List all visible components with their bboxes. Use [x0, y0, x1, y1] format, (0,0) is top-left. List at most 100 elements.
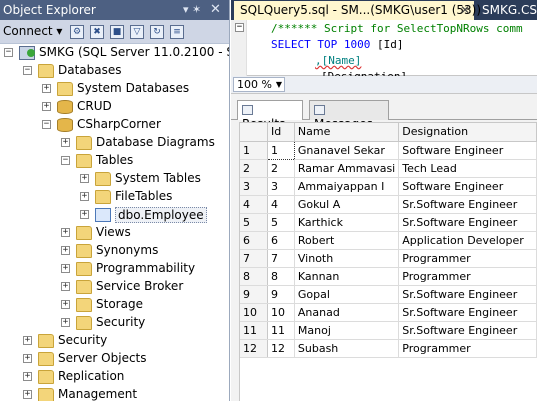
cell-name[interactable]: Ramar Ammavasi: [294, 159, 400, 178]
row-number[interactable]: 6: [240, 231, 268, 250]
tree-node-label[interactable]: Programmability: [96, 261, 195, 275]
table-row[interactable]: 11 11 Manoj Sr.Software Engineer: [240, 321, 537, 340]
expand-icon[interactable]: +: [61, 318, 70, 327]
row-number[interactable]: 7: [240, 249, 268, 268]
cell-id[interactable]: 7: [267, 249, 295, 268]
tree-node-label[interactable]: System Tables: [115, 171, 201, 185]
cell-id[interactable]: 11: [267, 321, 295, 340]
cell-designation[interactable]: Sr.Software Engineer: [398, 321, 537, 340]
close-tab-icon[interactable]: ✕: [460, 3, 470, 17]
expand-icon[interactable]: +: [42, 84, 51, 93]
tree-node-label[interactable]: CRUD: [77, 99, 112, 113]
table-row[interactable]: 9 9 Gopal Sr.Software Engineer: [240, 285, 537, 304]
cell-designation[interactable]: Programmer: [398, 249, 537, 268]
table-row[interactable]: 12 12 Subash Programmer: [240, 339, 537, 358]
cell-name[interactable]: Gokul A: [294, 195, 400, 214]
tree-node-label[interactable]: SMKG (SQL Server 11.0.2100 - SMKG: [39, 45, 229, 59]
cell-name[interactable]: Kannan: [294, 267, 400, 286]
tree-node[interactable]: + Database Diagrams: [0, 134, 229, 152]
connect-button[interactable]: Connect ▾: [3, 24, 62, 38]
row-number[interactable]: 5: [240, 213, 268, 232]
table-row[interactable]: 6 6 Robert Application Developer: [240, 231, 537, 250]
row-number[interactable]: 11: [240, 321, 268, 340]
row-number[interactable]: 3: [240, 177, 268, 196]
expand-icon[interactable]: +: [23, 372, 32, 381]
table-row[interactable]: 2 2 Ramar Ammavasi Tech Lead: [240, 159, 537, 178]
tree-node-label[interactable]: Replication: [58, 369, 124, 383]
collapse-icon[interactable]: −: [23, 66, 32, 75]
tree-node-label[interactable]: FileTables: [115, 189, 172, 203]
cell-name[interactable]: Subash: [294, 339, 400, 358]
tree-node[interactable]: − Tables: [0, 152, 229, 170]
disconnect-icon[interactable]: ✖: [90, 25, 104, 39]
filter-icon[interactable]: ▽: [130, 25, 144, 39]
cell-name[interactable]: Robert: [294, 231, 400, 250]
cell-designation[interactable]: Programmer: [398, 267, 537, 286]
expand-icon[interactable]: +: [80, 192, 89, 201]
collapse-icon[interactable]: −: [61, 156, 70, 165]
tree-node[interactable]: − Databases: [0, 62, 229, 80]
cell-name[interactable]: Karthick: [294, 213, 400, 232]
cell-name[interactable]: Ammaiyappan I: [294, 177, 400, 196]
tree-node-label[interactable]: Database Diagrams: [96, 135, 215, 149]
cell-id[interactable]: 4: [267, 195, 295, 214]
tree-node[interactable]: + Storage: [0, 296, 229, 314]
tree-node[interactable]: + CRUD: [0, 98, 229, 116]
cell-id[interactable]: 8: [267, 267, 295, 286]
tree-node-label[interactable]: Tables: [96, 153, 133, 167]
cell-id[interactable]: 6: [267, 231, 295, 250]
tree-node[interactable]: + Security: [0, 332, 229, 350]
results-grid[interactable]: Id Name Designation 1 1 Gnanavel Sekar Soft…: [239, 122, 537, 401]
tree-node[interactable]: + Replication: [0, 368, 229, 386]
row-number[interactable]: 1: [240, 141, 268, 160]
cell-id[interactable]: 1: [267, 140, 295, 160]
cell-designation[interactable]: Tech Lead: [398, 159, 537, 178]
tree-node[interactable]: + Programmability: [0, 260, 229, 278]
corner-header[interactable]: [240, 123, 268, 142]
cell-name[interactable]: Gopal: [294, 285, 400, 304]
tree-node[interactable]: + Synonyms: [0, 242, 229, 260]
cell-designation[interactable]: Software Engineer: [398, 177, 537, 196]
table-row[interactable]: 1 1 Gnanavel Sekar Software Engineer: [240, 140, 537, 160]
tree-node[interactable]: + System Tables: [0, 170, 229, 188]
activity-monitor-icon[interactable]: ≡: [170, 25, 184, 39]
cell-designation[interactable]: Programmer: [398, 339, 537, 358]
collapse-icon[interactable]: −: [235, 23, 244, 32]
expand-icon[interactable]: +: [61, 138, 70, 147]
row-number[interactable]: 10: [240, 303, 268, 322]
tab-smkg-csharpcorner[interactable]: SMKG.CSha: [476, 1, 537, 20]
row-number[interactable]: 9: [240, 285, 268, 304]
cell-id[interactable]: 3: [267, 177, 295, 196]
cell-name[interactable]: Ananad: [294, 303, 400, 322]
tab-sqlquery5[interactable]: SQLQuery5.sql - SM...(SMKG\user1 (53)) ✕: [234, 1, 481, 20]
column-header-designation[interactable]: Designation: [398, 123, 537, 142]
table-row[interactable]: 4 4 Gokul A Sr.Software Engineer: [240, 195, 537, 214]
expand-icon[interactable]: +: [80, 210, 89, 219]
cell-designation[interactable]: Sr.Software Engineer: [398, 285, 537, 304]
expand-icon[interactable]: +: [80, 174, 89, 183]
expand-icon[interactable]: +: [61, 300, 70, 309]
connect-server-icon[interactable]: ⚙: [70, 25, 84, 39]
refresh-icon[interactable]: ↻: [150, 25, 164, 39]
cell-name[interactable]: Gnanavel Sekar: [294, 141, 400, 160]
table-row[interactable]: 3 3 Ammaiyappan I Software Engineer: [240, 177, 537, 196]
tree-node-label[interactable]: CSharpCorner: [77, 117, 161, 131]
tree-node[interactable]: + FileTables: [0, 188, 229, 206]
cell-name[interactable]: Manoj: [294, 321, 400, 340]
query-editor[interactable]: − /****** Script for SelectTopNRows comm…: [231, 20, 537, 83]
tab-results[interactable]: Results: [237, 100, 303, 131]
expand-icon[interactable]: +: [23, 390, 32, 399]
column-header-name[interactable]: Name: [294, 123, 400, 142]
stop-icon[interactable]: ■: [110, 25, 124, 39]
tree-node-label[interactable]: Databases: [58, 63, 122, 77]
tree-node[interactable]: + Views: [0, 224, 229, 242]
table-row[interactable]: 5 5 Karthick Sr.Software Engineer: [240, 213, 537, 232]
table-row[interactable]: 8 8 Kannan Programmer: [240, 267, 537, 286]
tree-node[interactable]: + Server Objects: [0, 350, 229, 368]
tree-node[interactable]: + System Databases: [0, 80, 229, 98]
tree-node[interactable]: + Service Broker: [0, 278, 229, 296]
cell-id[interactable]: 12: [267, 339, 295, 358]
tree-node-label[interactable]: Storage: [96, 297, 143, 311]
tree-node-label[interactable]: Views: [96, 225, 131, 239]
collapse-icon[interactable]: −: [42, 120, 51, 129]
